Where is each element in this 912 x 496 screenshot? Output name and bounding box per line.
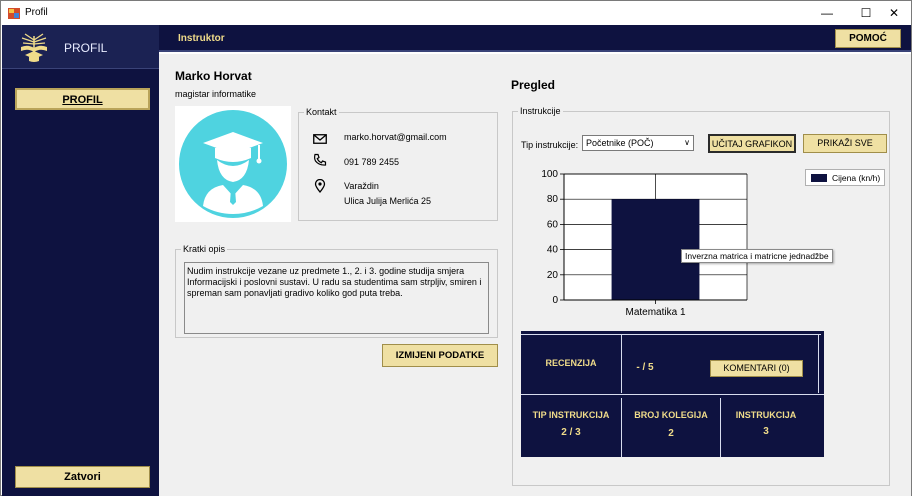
load-chart-button[interactable]: UČITAJ GRAFIKON — [708, 134, 796, 153]
legend-swatch — [811, 174, 827, 182]
main-content: Marko Horvat magistar informatike Kontak… — [159, 54, 911, 496]
contact-group: Kontakt marko.horvat@gmail.com 091 789 2… — [298, 107, 498, 221]
profile-window: Profil — ☐ ✕ PROFIL PROFIL Zatvori Instr… — [0, 0, 912, 496]
help-button[interactable]: POMOĆ — [835, 29, 901, 48]
location-pin-icon — [314, 179, 326, 193]
zatvori-button[interactable]: Zatvori — [15, 466, 150, 488]
title-bar: Profil — ☐ ✕ — [1, 1, 911, 25]
contact-legend: Kontakt — [304, 107, 339, 117]
instructions-legend: Instrukcije — [518, 106, 563, 116]
app-icon — [8, 8, 20, 19]
stats-divider — [621, 335, 622, 393]
sidebar-brand: PROFIL — [64, 41, 108, 55]
street-text: Ulica Julija Merlića 25 — [344, 196, 432, 206]
chart-legend: Cijena (kn/h) — [805, 169, 885, 186]
price-bar-chart: 0 20 40 60 80 100 Matematika 1 — [541, 169, 748, 318]
stats-divider — [521, 394, 824, 395]
show-all-button[interactable]: PRIKAŽI SVE — [803, 134, 887, 153]
chevron-down-icon: ∨ — [684, 138, 690, 147]
stats-divider — [521, 334, 821, 335]
sidebar-header: PROFIL — [2, 25, 159, 69]
comments-button[interactable]: KOMENTARI (0) — [710, 360, 803, 377]
course-count-value: 2 — [668, 428, 674, 439]
y-tick-label: 100 — [541, 169, 558, 180]
y-tick-label: 80 — [547, 194, 559, 205]
edit-profile-button[interactable]: IZMIJENI PODATKE — [382, 344, 498, 367]
course-count-label: BROJ KOLEGIJA — [634, 410, 708, 420]
description-legend: Kratki opis — [181, 244, 228, 254]
city-text: Varaždin — [344, 181, 379, 191]
review-label: RECENZIJA — [545, 358, 597, 368]
chart-tooltip: Inverzna matrica i matricne jednadžbe — [681, 249, 833, 263]
stats-panel: RECENZIJA - / 5 KOMENTARI (0) TIP INSTRU… — [521, 331, 824, 457]
instructor-degree: magistar informatike — [175, 89, 257, 99]
description-textbox[interactable]: Nudim instrukcije vezane uz predmete 1.,… — [184, 262, 489, 334]
instruction-type-value: 2 / 3 — [561, 427, 581, 438]
minimize-button[interactable]: — — [810, 1, 844, 25]
review-value: - / 5 — [636, 362, 654, 373]
x-tick-label: Matematika 1 — [625, 307, 685, 318]
graduation-book-logo-icon — [21, 33, 47, 62]
sidebar: PROFIL PROFIL Zatvori — [2, 25, 159, 496]
instructions-group: Instrukcije Tip instrukcije: Početnike (… — [512, 106, 890, 486]
type-label: Tip instrukcije: — [521, 140, 579, 150]
section-title: Instruktor — [178, 33, 225, 44]
type-select[interactable]: Početnike (POČ) ∨ — [582, 135, 694, 151]
close-button[interactable]: ✕ — [877, 1, 911, 25]
window-title: Profil — [25, 7, 48, 18]
y-tick-label: 60 — [547, 219, 559, 230]
y-tick-label: 40 — [547, 245, 559, 256]
y-tick-label: 20 — [547, 270, 559, 281]
profil-button[interactable]: PROFIL — [15, 88, 150, 110]
legend-label: Cijena (kn/h) — [832, 173, 881, 183]
type-select-value: Početnike (POČ) — [586, 138, 654, 148]
header-bar: Instruktor POMOĆ — [159, 25, 911, 52]
description-group: Kratki opis Nudim instrukcije vezane uz … — [175, 244, 498, 338]
avatar — [175, 106, 291, 222]
phone-text: 091 789 2455 — [344, 157, 400, 167]
email-text: marko.horvat@gmail.com — [344, 132, 447, 142]
instruction-count-value: 3 — [763, 426, 769, 437]
y-tick-label: 0 — [552, 295, 558, 306]
instruction-type-label: TIP INSTRUKCIJA — [532, 410, 610, 420]
phone-icon — [314, 153, 327, 166]
instruction-count-label: INSTRUKCIJA — [735, 410, 797, 420]
instructor-name: Marko Horvat — [175, 69, 252, 83]
envelope-icon — [313, 134, 327, 144]
overview-title: Pregled — [511, 78, 556, 92]
graduate-avatar-icon — [179, 110, 287, 218]
stats-divider — [818, 335, 819, 393]
